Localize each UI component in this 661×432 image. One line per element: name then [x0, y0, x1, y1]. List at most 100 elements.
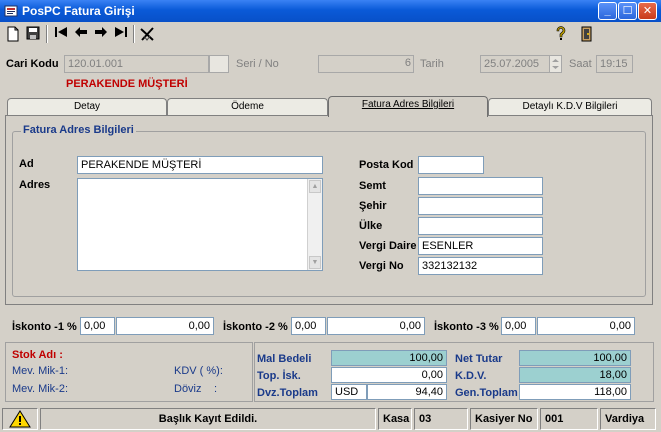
close-icon: ✕: [642, 5, 653, 17]
net-tutar-label: Net Tutar: [455, 353, 503, 365]
status-bar: Başlık Kayıt Edildi. Kasa 03 Kasiyer No …: [0, 406, 661, 432]
kasa-label: Kasa: [378, 408, 412, 430]
posta-kod-label: Posta Kod: [359, 159, 414, 171]
doviz-label: Döviz: [174, 383, 202, 395]
last-record-button[interactable]: [112, 25, 130, 43]
date-spin-button[interactable]: [549, 55, 562, 73]
status-message: Başlık Kayıt Edildi.: [40, 408, 376, 430]
tab-odeme[interactable]: Ödeme: [167, 98, 328, 115]
iskonto2-amount-field[interactable]: 0,00: [327, 317, 425, 335]
stok-adi-label: Stok Adı :: [12, 349, 63, 361]
stock-info-box: Stok Adı : Mev. Mik-1: Mev. Mik-2: KDV (…: [5, 342, 253, 402]
ad-field[interactable]: PERAKENDE MÜŞTERİ: [77, 156, 323, 174]
exit-icon: [581, 26, 592, 42]
help-icon: [556, 26, 566, 40]
iskonto2-pct-field[interactable]: 0,00: [291, 317, 326, 335]
adres-textarea[interactable]: ▲ ▼: [77, 178, 323, 271]
customer-name: PERAKENDE MÜŞTERİ: [66, 78, 188, 90]
warning-cell: [2, 408, 38, 430]
prev-icon: [75, 27, 87, 37]
saat-field[interactable]: 19:15: [596, 55, 633, 73]
address-group: Fatura Adres Bilgileri Ad PERAKENDE MÜŞT…: [12, 124, 646, 297]
kasiyer-label: Kasiyer No: [470, 408, 538, 430]
cari-kodu-label: Cari Kodu: [6, 58, 59, 70]
cancel-button[interactable]: [138, 25, 156, 43]
kasa-value: 03: [414, 408, 468, 430]
window-title: PosPC Fatura Girişi: [22, 4, 135, 18]
semt-label: Semt: [359, 180, 386, 192]
exit-button[interactable]: [578, 25, 596, 43]
mev-mik1-label: Mev. Mik-1:: [12, 365, 69, 377]
vergi-daire-label: Vergi Daire: [359, 240, 417, 252]
adres-label: Adres: [19, 179, 51, 191]
vardiya-label: Vardiya: [600, 408, 656, 430]
first-record-button[interactable]: [52, 25, 70, 43]
spin-arrows-icon: [552, 59, 559, 69]
seri-no-label: Seri / No: [236, 58, 279, 70]
gen-toplam-label: Gen.Toplam: [455, 387, 518, 399]
tab-detayli-kdv[interactable]: Detaylı K.D.V Bilgileri: [488, 98, 652, 115]
app-icon: [4, 5, 18, 17]
sehir-field[interactable]: [418, 197, 543, 215]
help-button[interactable]: [552, 25, 570, 43]
tab-panel: Fatura Adres Bilgileri Ad PERAKENDE MÜŞT…: [5, 115, 653, 305]
doviz-colon: :: [214, 383, 218, 395]
net-tutar-field: 100,00: [519, 350, 631, 366]
ulke-field[interactable]: [418, 217, 543, 235]
toolbar-separator: [46, 25, 48, 43]
tab-detay[interactable]: Detay: [7, 98, 167, 115]
dvz-toplam-field: 94,40: [367, 384, 447, 400]
mev-mik2-label: Mev. Mik-2:: [12, 383, 69, 395]
scroll-up-icon[interactable]: ▲: [309, 180, 321, 193]
new-button[interactable]: [4, 25, 22, 43]
totals-box: Mal Bedeli 100,00 Top. İsk. 0,00 Dvz.Top…: [254, 342, 654, 402]
vergi-no-label: Vergi No: [359, 260, 404, 272]
title-bar: PosPC Fatura Girişi _ ☐ ✕: [0, 0, 661, 22]
no-field[interactable]: 6: [318, 55, 414, 73]
iskonto1-pct-field[interactable]: 0,00: [80, 317, 115, 335]
last-icon: [115, 27, 127, 37]
kdv-rate-label: KDV ( %):: [174, 365, 223, 377]
cari-lookup-button[interactable]: [209, 55, 229, 73]
iskonto1-amount-field[interactable]: 0,00: [116, 317, 214, 335]
next-icon: [95, 27, 107, 37]
group-title: Fatura Adres Bilgileri: [21, 124, 136, 136]
close-button[interactable]: ✕: [638, 2, 657, 20]
save-button[interactable]: [24, 25, 42, 43]
dvz-toplam-label: Dvz.Toplam: [257, 387, 318, 399]
ad-label: Ad: [19, 158, 34, 170]
scroll-down-icon[interactable]: ▼: [309, 256, 321, 269]
kdv-total-field: 18,00: [519, 367, 631, 383]
saat-label: Saat: [569, 58, 592, 70]
tarih-field[interactable]: 25.07.2005: [480, 55, 550, 73]
maximize-button[interactable]: ☐: [618, 2, 637, 20]
new-doc-icon: [7, 26, 19, 42]
top-isk-label: Top. İsk.: [257, 370, 301, 382]
top-isk-field: 0,00: [331, 367, 447, 383]
vergi-daire-field[interactable]: ESENLER: [418, 237, 543, 255]
save-icon: [26, 26, 40, 40]
tab-fatura-adres[interactable]: Fatura Adres Bilgileri: [328, 96, 488, 117]
next-record-button[interactable]: [92, 25, 110, 43]
minimize-button[interactable]: _: [598, 2, 617, 20]
kdv-total-label: K.D.V.: [455, 370, 487, 382]
dvz-currency-field[interactable]: USD: [331, 384, 367, 400]
posta-kod-field[interactable]: [418, 156, 484, 174]
warning-icon: [9, 410, 31, 428]
cari-kodu-field[interactable]: 120.01.001: [64, 55, 209, 73]
iskonto1-label: İskonto -1 %: [12, 321, 77, 333]
toolbar-separator: [133, 25, 135, 43]
adres-scrollbar[interactable]: ▲ ▼: [307, 179, 322, 270]
tarih-label: Tarih: [420, 58, 444, 70]
iskonto2-label: İskonto -2 %: [223, 321, 288, 333]
kasiyer-value: 001: [540, 408, 598, 430]
prev-record-button[interactable]: [72, 25, 90, 43]
cancel-icon: [140, 27, 154, 41]
semt-field[interactable]: [418, 177, 543, 195]
iskonto3-pct-field[interactable]: 0,00: [501, 317, 536, 335]
iskonto3-label: İskonto -3 %: [434, 321, 499, 333]
sehir-label: Şehir: [359, 200, 387, 212]
vergi-no-field[interactable]: 332132132: [418, 257, 543, 275]
toolbar: [0, 22, 661, 46]
iskonto3-amount-field[interactable]: 0,00: [537, 317, 635, 335]
